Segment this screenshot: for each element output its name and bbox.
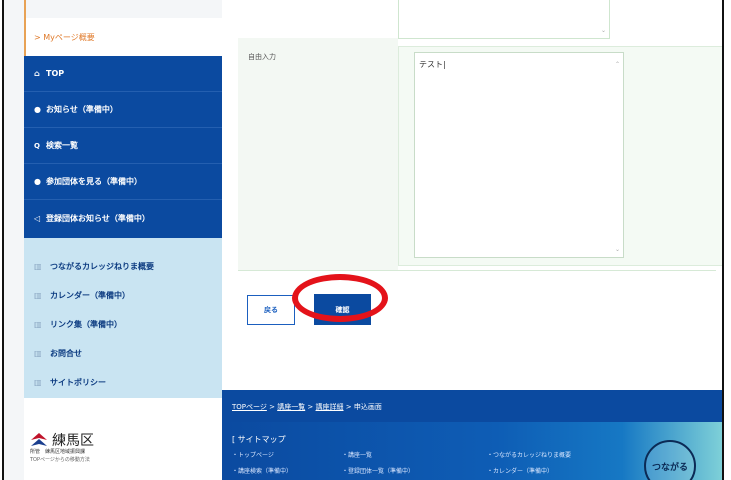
sidebar-sub-menu: ▥ つながるカレッジねりま概要 ▥ カレンダー（準備中） ▥ リンク集（準備中）… bbox=[24, 238, 222, 398]
book-icon: ▥ bbox=[34, 349, 42, 358]
brand-name: 練馬区 bbox=[52, 433, 94, 449]
breadcrumb-course-detail[interactable]: 講座詳細 bbox=[316, 403, 344, 411]
back-button[interactable]: 戻る bbox=[247, 295, 295, 325]
scroll-down-icon[interactable]: ⌄ bbox=[601, 27, 606, 34]
breadcrumb-current: 申込画面 bbox=[353, 403, 382, 411]
bullet-icon: ● bbox=[34, 177, 41, 186]
nerima-logo-icon bbox=[31, 433, 47, 446]
sidebar-item-label: お知らせ（準備中） bbox=[46, 105, 118, 114]
sidebar-item-about[interactable]: ▥ つながるカレッジねりま概要 bbox=[24, 252, 222, 281]
sitemap-title: [ サイトマップ bbox=[232, 435, 286, 444]
sidebar-item-policy[interactable]: ▥ サイトポリシー bbox=[24, 368, 222, 397]
sidebar-main-menu: ⌂ TOP ● お知らせ（準備中） Q 検索一覧 ● 参加団体を見る（準備中） … bbox=[24, 56, 222, 238]
sidebar-item-label: カレンダー（準備中） bbox=[50, 291, 130, 300]
breadcrumb-top[interactable]: TOPページ bbox=[232, 403, 267, 411]
sidebar-item-label: 参加団体を見る（準備中） bbox=[46, 177, 142, 186]
sidebar: > Myページ概要 ⌂ TOP ● お知らせ（準備中） Q 検索一覧 ● 参加団… bbox=[4, 0, 224, 480]
search-icon: Q bbox=[34, 141, 40, 150]
badge-text: つながる bbox=[651, 462, 688, 473]
sidebar-item-groups[interactable]: ● 参加団体を見る（準備中） bbox=[24, 164, 222, 200]
sidebar-item-label: つながるカレッジねりま概要 bbox=[50, 262, 154, 271]
sidebar-top-edge bbox=[24, 0, 224, 18]
sidebar-item-search[interactable]: Q 検索一覧 bbox=[24, 128, 222, 164]
brand-block: 練馬区 所管 練馬区地域振興課 TOPページからの移動方法 bbox=[24, 398, 222, 480]
sidebar-item-calendar[interactable]: ▥ カレンダー（準備中） bbox=[24, 281, 222, 310]
footer-link-groups[interactable]: ・登録団体一覧（準備中） bbox=[342, 466, 414, 475]
main-content: ⌄ 自由入力 テスト| ⌃ ⌄ 戻る 確認 bbox=[222, 0, 722, 390]
book-icon: ▥ bbox=[34, 378, 42, 387]
highlight-circle bbox=[292, 274, 388, 322]
footer-sitemap: [ サイトマップ ・トップページ ・講座一覧 ・つながるカレッジねりま概要 ・講… bbox=[222, 422, 722, 480]
book-icon: ▥ bbox=[34, 262, 42, 271]
footer: TOPページ > 講座一覧 > 講座詳細 > 申込画面 [ サイトマップ ・トッ… bbox=[222, 390, 722, 480]
footer-link-courses[interactable]: ・講座一覧 bbox=[342, 450, 372, 459]
footer-link-about[interactable]: ・つながるカレッジねりま概要 bbox=[487, 450, 571, 459]
sidebar-item-label: リンク集（準備中） bbox=[50, 320, 122, 329]
book-icon: ▥ bbox=[34, 320, 42, 329]
sidebar-item-label: お問合せ bbox=[50, 349, 82, 358]
sidebar-item-label: > Myページ概要 bbox=[34, 32, 95, 42]
scroll-down-icon[interactable]: ⌄ bbox=[615, 246, 620, 253]
scroll-up-icon[interactable]: ⌃ bbox=[615, 61, 620, 68]
sidebar-item-label: サイトポリシー bbox=[50, 378, 106, 387]
brand-row: 練馬区 bbox=[30, 430, 94, 450]
sidebar-item-news[interactable]: ● お知らせ（準備中） bbox=[24, 92, 222, 128]
sidebar-item-label: 検索一覧 bbox=[46, 141, 78, 150]
previous-textarea[interactable]: ⌄ bbox=[398, 0, 610, 39]
free-input-label: 自由入力 bbox=[248, 53, 276, 61]
sidebar-item-group-news[interactable]: ◁ 登録団体お知らせ（準備中） bbox=[24, 200, 222, 236]
free-input-textarea[interactable]: テスト| ⌃ ⌄ bbox=[414, 52, 624, 258]
footer-link-top[interactable]: ・トップページ bbox=[232, 450, 274, 459]
brand-note: TOPページからの移動方法 bbox=[30, 457, 90, 463]
browser-frame: > Myページ概要 ⌂ TOP ● お知らせ（準備中） Q 検索一覧 ● 参加団… bbox=[2, 0, 724, 480]
megaphone-icon: ◁ bbox=[34, 213, 41, 223]
sidebar-item-mypage[interactable]: > Myページ概要 bbox=[24, 18, 224, 57]
footer-link-search[interactable]: ・講座検索（準備中） bbox=[232, 466, 292, 475]
sidebar-item-label: TOP bbox=[46, 69, 65, 78]
footer-link-calendar[interactable]: ・カレンダー（準備中） bbox=[487, 466, 553, 475]
brand-subtitle: 所管 練馬区地域振興課 bbox=[30, 449, 86, 455]
form-area: ⌄ 自由入力 テスト| ⌃ ⌄ bbox=[238, 0, 722, 271]
home-icon: ⌂ bbox=[34, 69, 40, 78]
info-icon: ● bbox=[34, 105, 41, 114]
sidebar-item-label: 登録団体お知らせ（準備中） bbox=[46, 213, 150, 223]
textarea-value: テスト| bbox=[419, 60, 446, 69]
label-column bbox=[238, 38, 398, 270]
sidebar-item-contact[interactable]: ▥ お問合せ bbox=[24, 339, 222, 368]
sidebar-item-top[interactable]: ⌂ TOP bbox=[24, 56, 222, 92]
tsunagaru-badge: つながる bbox=[644, 440, 696, 480]
book-icon: ▥ bbox=[34, 291, 42, 300]
breadcrumb: TOPページ > 講座一覧 > 講座詳細 > 申込画面 bbox=[232, 403, 382, 411]
sidebar-item-links[interactable]: ▥ リンク集（準備中） bbox=[24, 310, 222, 339]
breadcrumb-course-list[interactable]: 講座一覧 bbox=[277, 403, 305, 411]
